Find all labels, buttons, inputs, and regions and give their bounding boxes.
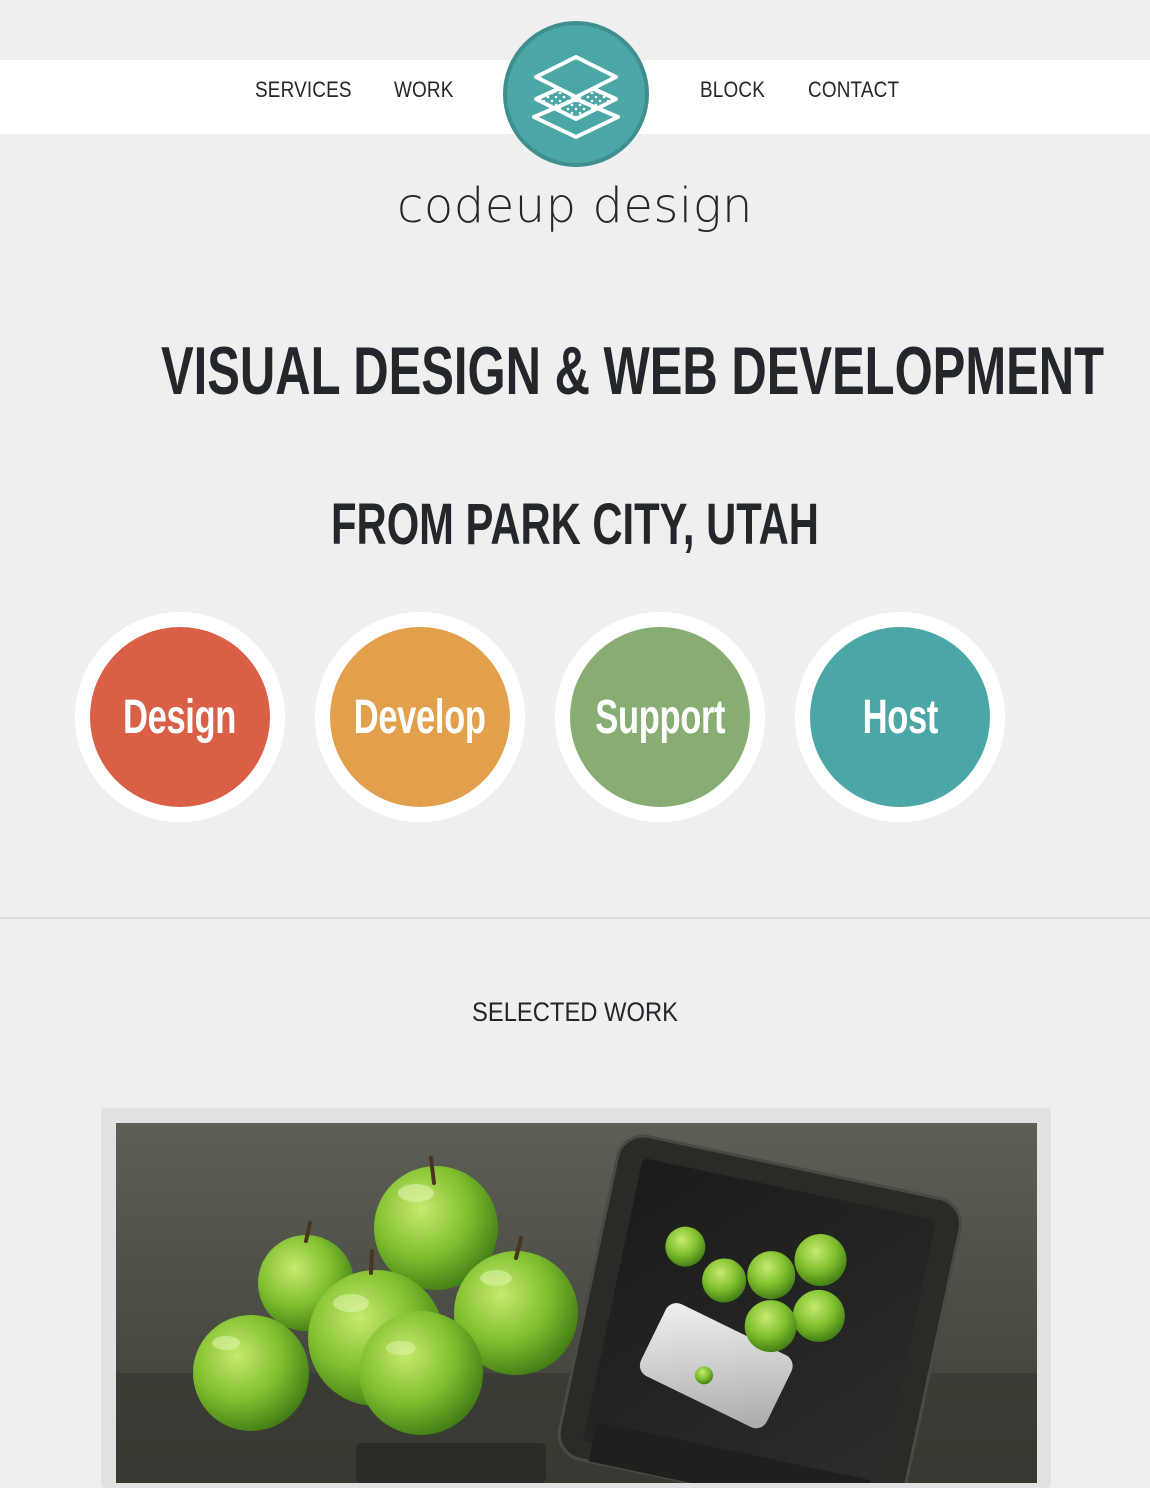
service-support-circle: Support xyxy=(570,627,750,807)
service-host-circle: Host xyxy=(810,627,990,807)
nav-link-contact[interactable]: CONTACT xyxy=(808,77,899,103)
nav-link-block[interactable]: BLOCK xyxy=(700,77,765,103)
selected-work-heading: SELECTED WORK xyxy=(472,997,678,1027)
service-host-button[interactable]: Host xyxy=(795,612,1005,822)
service-develop-label: Develop xyxy=(354,690,486,744)
service-design-circle: Design xyxy=(90,627,270,807)
work-card[interactable] xyxy=(101,1108,1051,1488)
brand-name: codeup design xyxy=(397,178,753,234)
service-develop-circle: Develop xyxy=(330,627,510,807)
apples-tablet-photo xyxy=(116,1123,1037,1483)
service-design-label: Design xyxy=(123,690,237,744)
service-host-label: Host xyxy=(862,690,938,744)
hero-subtitle: FROM PARK CITY, UTAH xyxy=(331,492,819,557)
service-support-button[interactable]: Support xyxy=(555,612,765,822)
hero-title: VISUAL DESIGN & WEB DEVELOPMENT xyxy=(160,333,1105,409)
service-support-label: Support xyxy=(595,690,725,744)
service-design-button[interactable]: Design xyxy=(75,612,285,822)
section-divider xyxy=(0,917,1150,919)
layers-icon xyxy=(532,55,620,139)
nav-link-work[interactable]: WORK xyxy=(394,77,454,103)
nav-link-services[interactable]: SERVICES xyxy=(255,77,352,103)
service-develop-button[interactable]: Develop xyxy=(315,612,525,822)
work-image-apples-tablet[interactable] xyxy=(116,1123,1037,1483)
logo-badge[interactable] xyxy=(503,21,649,167)
